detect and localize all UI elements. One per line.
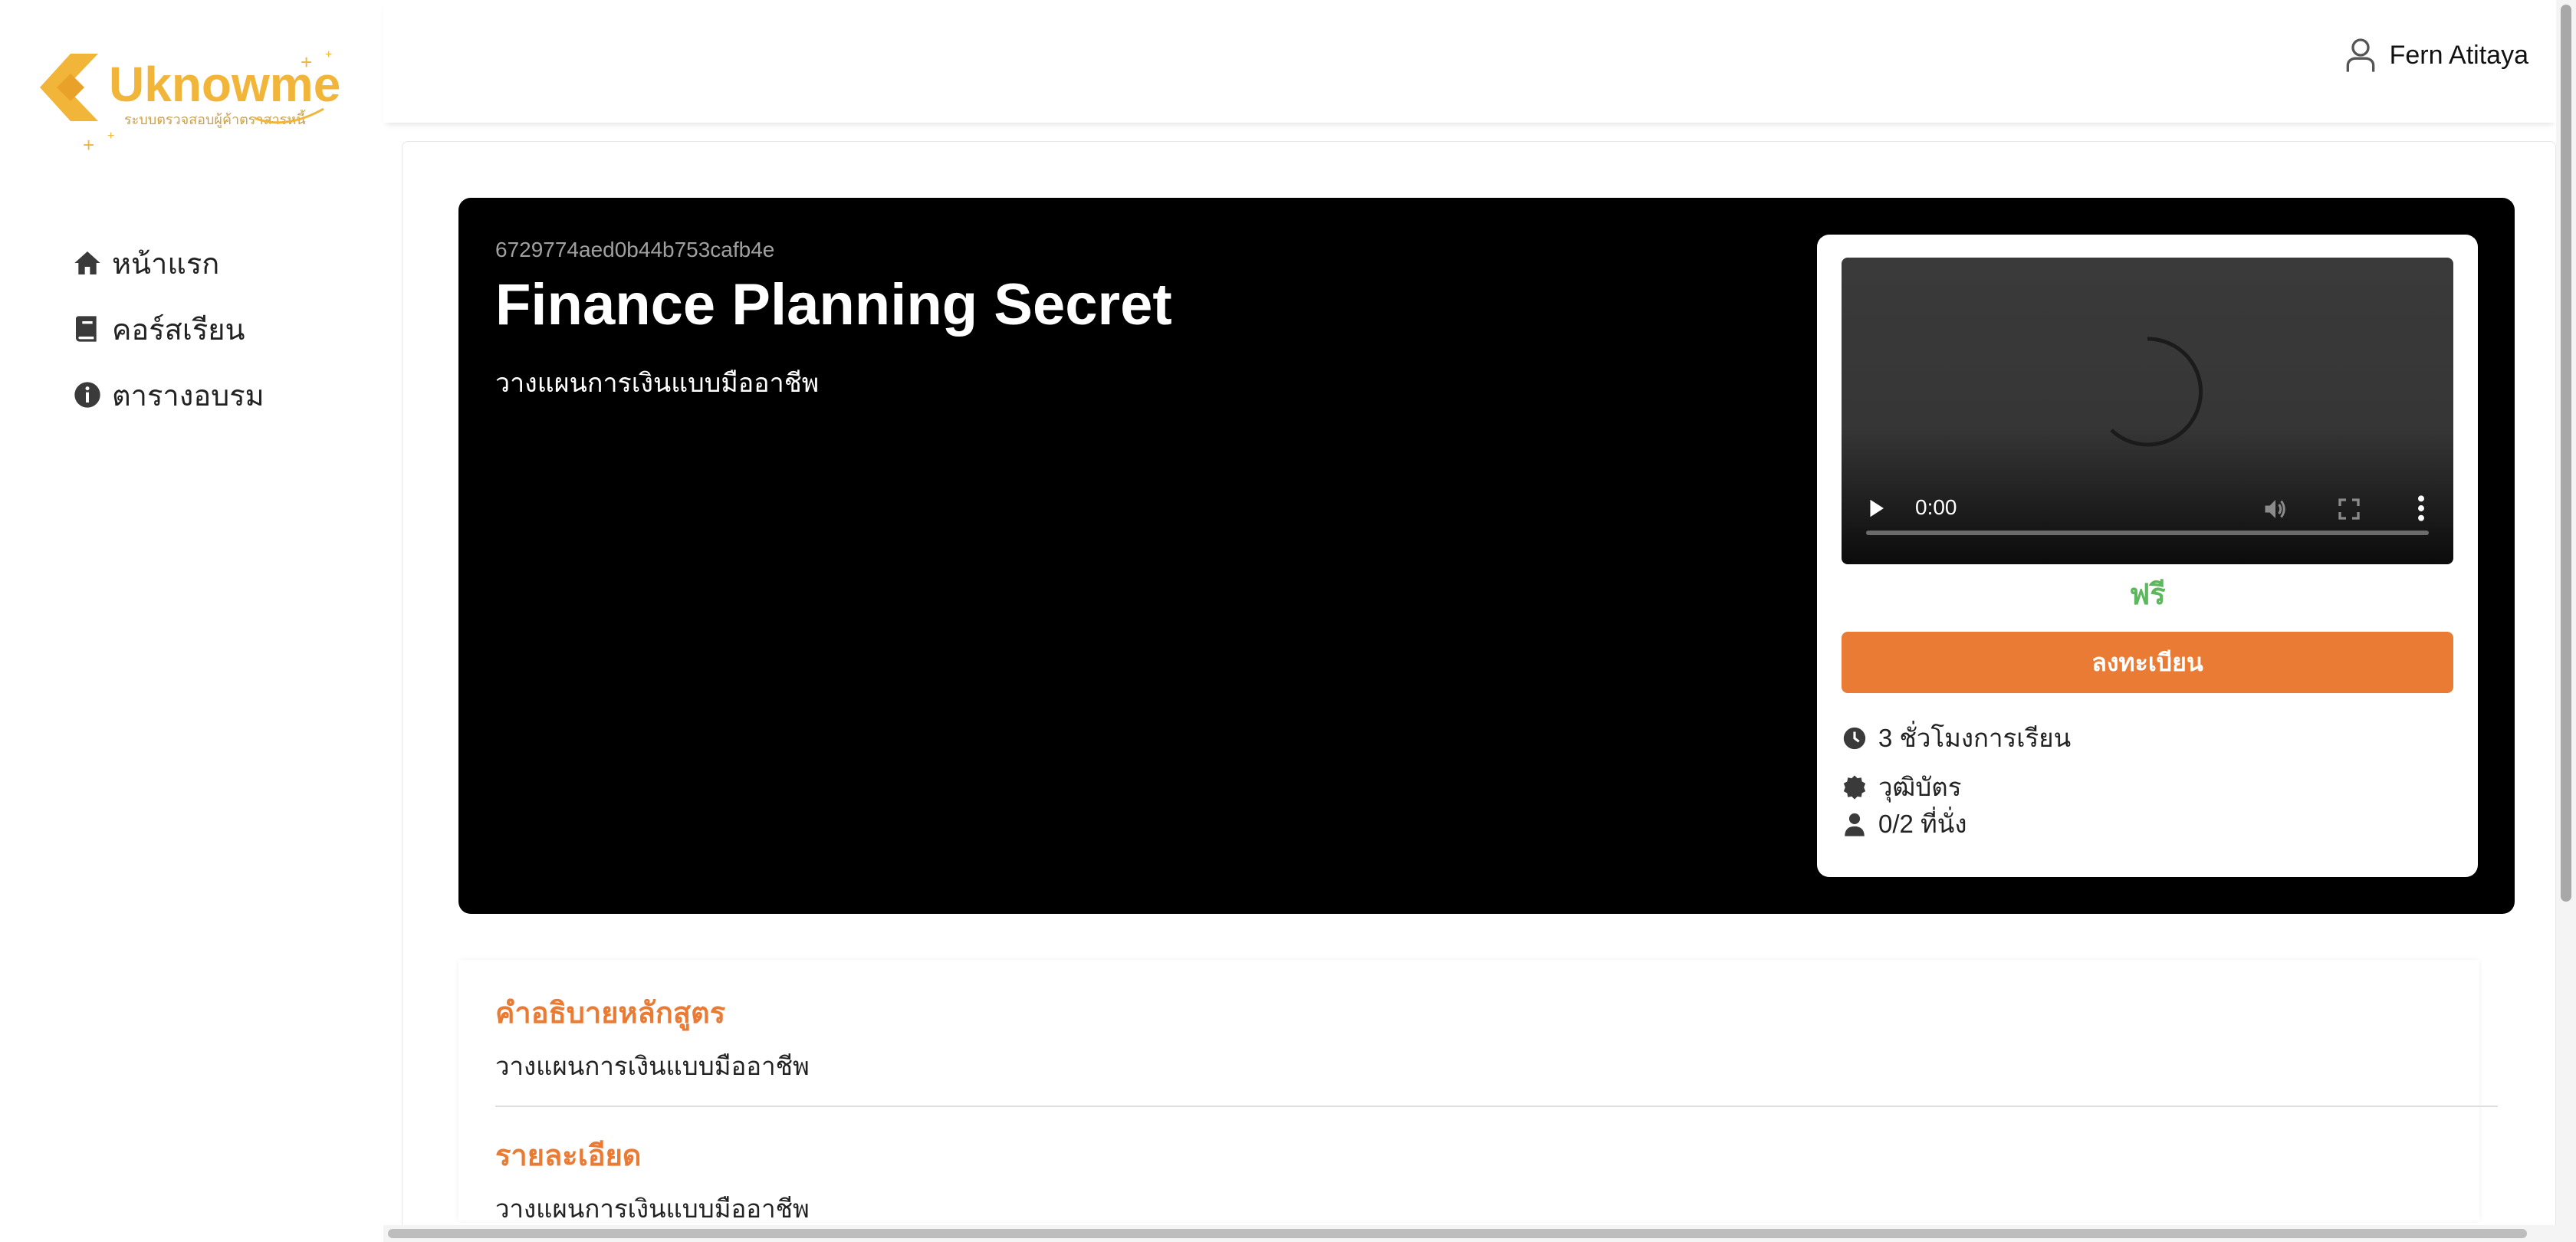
- uknowme-logo-icon: Uknowme ระบบตรวจสอบผู้ค้าตราสารหนี้ + + …: [40, 48, 340, 156]
- volume-icon[interactable]: [2262, 495, 2289, 523]
- svg-text:ระบบตรวจสอบผู้ค้าตราสารหนี้: ระบบตรวจสอบผู้ค้าตราสารหนี้: [124, 110, 306, 128]
- course-seats: 0/2 ที่นั่ง: [1878, 810, 1967, 838]
- play-icon[interactable]: [1865, 497, 1888, 520]
- certificate-row: วุฒิบัตร: [1842, 767, 1961, 807]
- vertical-scrollbar-thumb[interactable]: [2561, 5, 2571, 902]
- sidebar-item-home[interactable]: หน้าแรก: [71, 230, 264, 296]
- user-menu[interactable]: Fern Atitaya: [2345, 37, 2528, 74]
- horizontal-scrollbar-thumb[interactable]: [388, 1229, 2527, 1238]
- fullscreen-icon[interactable]: [2337, 497, 2361, 521]
- course-subtitle: วางแผนการเงินแบบมืออาชีพ: [495, 369, 820, 398]
- course-certificate: วุฒิบัตร: [1878, 773, 1962, 801]
- enroll-panel: 0:00 ฟรี ลงทะเบียน 3 ชั่วโมงการเรียน วุฒ…: [1817, 235, 2478, 877]
- seats-row: 0/2 ที่นั่ง: [1842, 803, 1967, 844]
- course-price: ฟรี: [2129, 579, 2166, 611]
- detail-text: วางแผนการเงินแบบมืออาชีพ: [495, 1194, 810, 1223]
- enroll-button[interactable]: ลงทะเบียน: [1842, 632, 2453, 693]
- vertical-scrollbar[interactable]: [2556, 0, 2576, 1242]
- top-bar: Fern Atitaya: [383, 0, 2556, 123]
- description-text: วางแผนการเงินแบบมืออาชีพ: [495, 1052, 810, 1080]
- sidebar-item-label: คอร์สเรียน: [112, 314, 245, 347]
- info-circle-icon: [71, 378, 104, 412]
- book-icon: [71, 312, 104, 346]
- person-icon: [1845, 813, 1865, 836]
- sidebar-nav: หน้าแรก คอร์สเรียน ตารางอบรม: [71, 230, 264, 428]
- horizontal-scrollbar[interactable]: [383, 1225, 2556, 1242]
- brand-logo[interactable]: Uknowme ระบบตรวจสอบผู้ค้าตราสารหนี้ + + …: [40, 48, 347, 156]
- user-icon: [2346, 38, 2374, 72]
- more-options-icon[interactable]: [2412, 494, 2430, 523]
- svg-text:+: +: [325, 48, 332, 61]
- sidebar-item-label: ตารางอบรม: [112, 380, 264, 412]
- course-id: 6729774aed0b44b753cafb4e: [495, 238, 775, 261]
- video-progress-bar[interactable]: [1866, 531, 2429, 535]
- video-time: 0:00: [1915, 495, 1957, 519]
- loading-spinner-icon: [2110, 337, 2203, 447]
- home-icon: [71, 246, 104, 280]
- detail-heading: รายละเอียด: [495, 1140, 642, 1172]
- sidebar-item-schedule[interactable]: ตารางอบรม: [71, 362, 264, 428]
- svg-text:+: +: [301, 51, 312, 74]
- sidebar: Uknowme ระบบตรวจสอบผู้ค้าตราสารหนี้ + + …: [0, 0, 383, 1242]
- video-player[interactable]: 0:00: [1842, 258, 2453, 564]
- course-description-section: คำอธิบายหลักสูตร วางแผนการเงินแบบมืออาชี…: [458, 960, 2498, 1223]
- video-controls: 0:00: [1842, 465, 2453, 564]
- duration-row: 3 ชั่วโมงการเรียน: [1842, 718, 2071, 758]
- section-divider: [495, 1106, 2498, 1107]
- sidebar-item-courses[interactable]: คอร์สเรียน: [71, 296, 264, 362]
- clock-icon: [1843, 727, 1866, 749]
- course-title: Finance Planning Secret: [495, 272, 1172, 337]
- svg-text:+: +: [107, 130, 114, 143]
- course-duration: 3 ชั่วโมงการเรียน: [1878, 724, 2072, 752]
- description-heading: คำอธิบายหลักสูตร: [495, 997, 726, 1030]
- user-name: Fern Atitaya: [2389, 40, 2528, 70]
- certificate-badge-icon: [1843, 774, 1866, 800]
- svg-text:+: +: [83, 133, 94, 155]
- sidebar-item-label: หน้าแรก: [112, 248, 220, 281]
- course-hero: 6729774aed0b44b753cafb4e Finance Plannin…: [458, 198, 2515, 914]
